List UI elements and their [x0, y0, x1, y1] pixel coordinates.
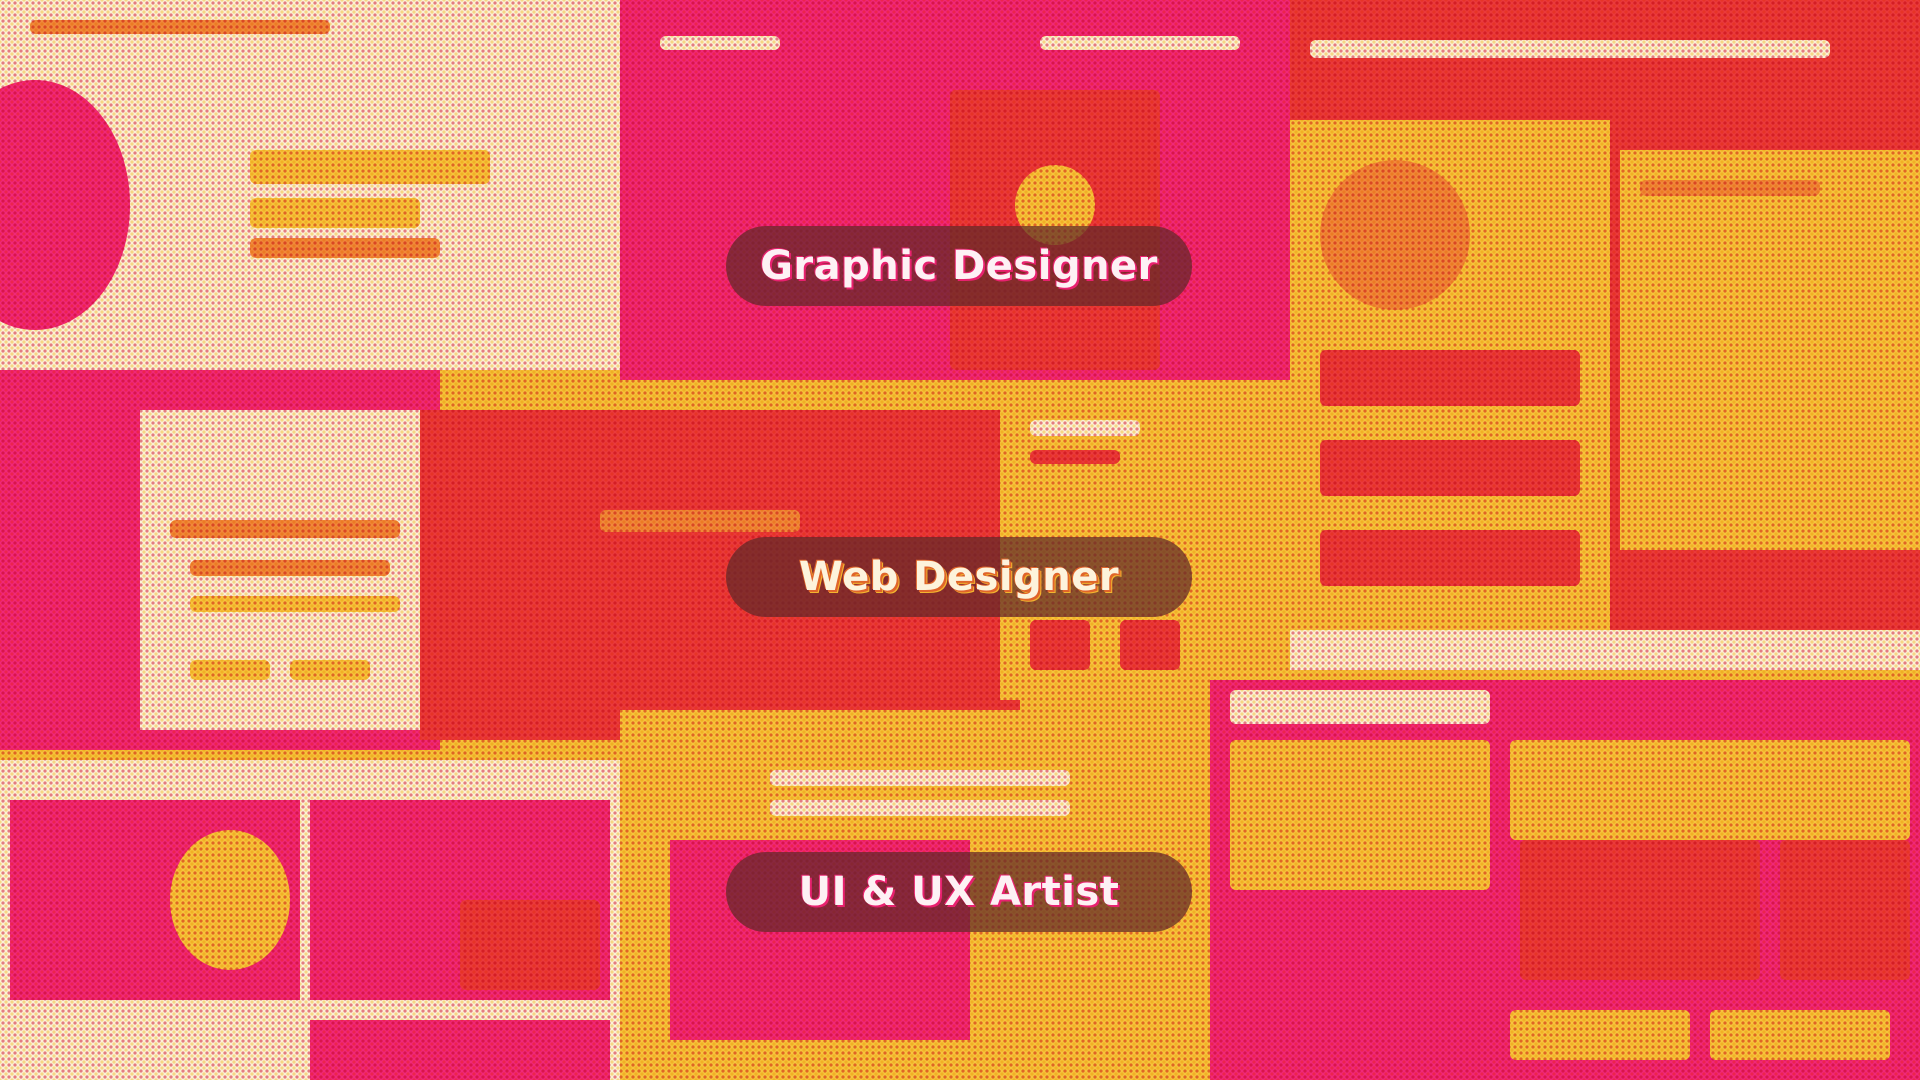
skill-label: UI & UX Artist	[798, 869, 1120, 915]
skill-labels: Graphic Designer Web Designer UI & UX Ar…	[0, 0, 1920, 1080]
skill-pill-web-designer: Web Designer	[726, 537, 1192, 617]
skill-label: Web Designer	[798, 554, 1120, 600]
skill-pill-graphic-designer: Graphic Designer	[726, 226, 1192, 306]
skill-label: Graphic Designer	[760, 243, 1158, 289]
skill-pill-ui-ux-artist: UI & UX Artist	[726, 852, 1192, 932]
